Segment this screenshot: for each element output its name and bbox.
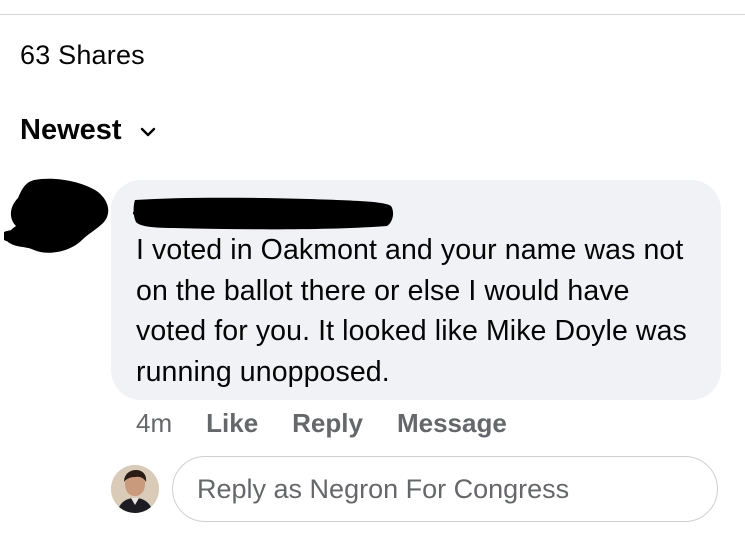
top-divider bbox=[0, 14, 745, 15]
comment-actions: 4m Like Reply Message bbox=[136, 408, 541, 439]
comment-timestamp[interactable]: 4m bbox=[136, 408, 172, 439]
like-button[interactable]: Like bbox=[206, 408, 258, 439]
chevron-down-icon bbox=[140, 125, 156, 137]
comment-bubble: I voted in Oakmont and your name was not… bbox=[111, 180, 721, 400]
commenter-avatar-redacted[interactable] bbox=[4, 178, 112, 256]
shares-count[interactable]: 63 Shares bbox=[20, 40, 145, 71]
sort-dropdown[interactable]: Newest bbox=[20, 114, 156, 147]
reply-input[interactable] bbox=[172, 456, 718, 522]
reply-avatar[interactable] bbox=[111, 465, 159, 513]
comment-text: I voted in Oakmont and your name was not… bbox=[136, 234, 687, 388]
comments-panel: 63 Shares Newest I voted in Oakmont and … bbox=[0, 0, 745, 549]
message-button[interactable]: Message bbox=[397, 408, 507, 439]
sort-label: Newest bbox=[20, 114, 122, 146]
commenter-name-redacted[interactable] bbox=[133, 194, 395, 232]
reply-button[interactable]: Reply bbox=[292, 408, 363, 439]
